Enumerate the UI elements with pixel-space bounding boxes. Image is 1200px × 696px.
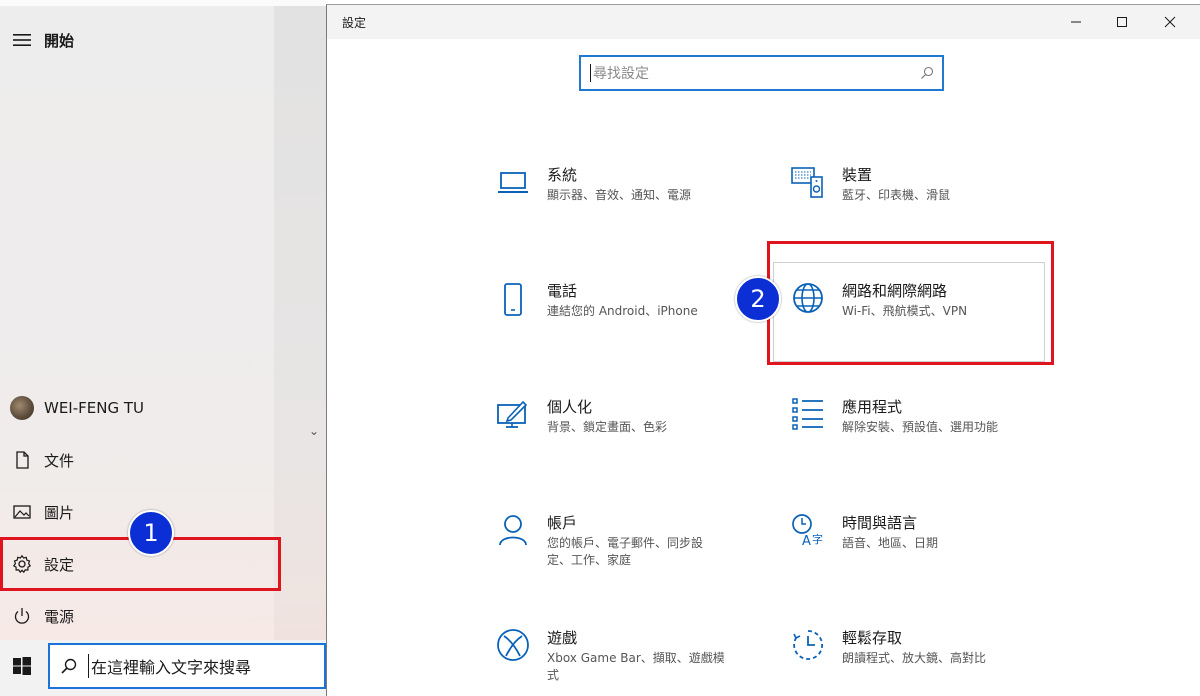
category-subtitle: 您的帳戶、電子郵件、同步設定、工作、家庭 bbox=[547, 536, 704, 567]
category-ease-of-access[interactable]: 輕鬆存取 朗讀程式、放大鏡、高對比 bbox=[790, 627, 1050, 696]
start-item-label: 電源 bbox=[44, 607, 75, 626]
settings-search-placeholder: 尋找設定 bbox=[593, 66, 649, 82]
category-title: 遊戲 bbox=[547, 629, 578, 647]
category-subtitle: 解除安裝、預設值、選用功能 bbox=[842, 420, 999, 434]
time-language-icon: A字 bbox=[790, 512, 826, 548]
step1-badge: 1 bbox=[128, 510, 174, 556]
category-system[interactable]: 系統 顯示器、音效、通知、電源 bbox=[495, 164, 755, 234]
person-icon bbox=[495, 512, 531, 548]
category-title: 個人化 bbox=[547, 398, 593, 416]
xbox-icon bbox=[495, 627, 531, 663]
close-button[interactable] bbox=[1147, 5, 1193, 39]
start-item-label: 圖片 bbox=[44, 503, 75, 522]
picture-icon bbox=[0, 502, 44, 522]
category-title: 裝置 bbox=[842, 166, 873, 184]
category-gaming[interactable]: 遊戲 Xbox Game Bar、擷取、遊戲模式 bbox=[495, 627, 755, 696]
start-item-documents[interactable]: 文件 bbox=[0, 436, 274, 484]
category-subtitle: 顯示器、音效、通知、電源 bbox=[547, 188, 692, 202]
windows-logo-icon[interactable] bbox=[12, 656, 32, 676]
title-bar[interactable]: 設定 bbox=[327, 5, 1200, 39]
category-time-language[interactable]: A字 時間與語言 語音、地區、日期 bbox=[790, 512, 1050, 582]
category-personalization[interactable]: 個人化 背景、鎖定畫面、色彩 bbox=[495, 396, 755, 466]
document-icon bbox=[0, 450, 44, 470]
hamburger-icon[interactable] bbox=[0, 32, 44, 48]
avatar bbox=[10, 396, 34, 420]
settings-window: 設定 尋找設定 系統 顯示器、音效、通知、電源 裝置 藍牙、印表機、滑鼠 電話 … bbox=[326, 4, 1200, 696]
user-name: WEI-FENG TU bbox=[44, 399, 145, 417]
text-caret bbox=[590, 64, 591, 82]
chevron-down-icon[interactable]: ⌄ bbox=[309, 424, 319, 438]
devices-icon bbox=[790, 164, 826, 200]
category-subtitle: 語音、地區、日期 bbox=[842, 536, 939, 550]
svg-text:A: A bbox=[802, 534, 811, 547]
start-menu-list-area bbox=[274, 0, 326, 640]
category-subtitle: 藍牙、印表機、滑鼠 bbox=[842, 188, 951, 202]
personalization-icon bbox=[495, 396, 531, 432]
search-icon[interactable] bbox=[912, 66, 942, 80]
search-icon bbox=[50, 657, 88, 675]
category-devices[interactable]: 裝置 藍牙、印表機、滑鼠 bbox=[790, 164, 1050, 234]
category-accounts[interactable]: 帳戶 您的帳戶、電子郵件、同步設定、工作、家庭 bbox=[495, 512, 755, 582]
category-subtitle: 背景、鎖定畫面、色彩 bbox=[547, 420, 668, 434]
category-subtitle: 朗讀程式、放大鏡、高對比 bbox=[842, 651, 987, 665]
maximize-button[interactable] bbox=[1099, 5, 1145, 39]
start-item-power[interactable]: 電源 bbox=[0, 592, 274, 640]
category-title: 系統 bbox=[547, 166, 578, 184]
category-phone[interactable]: 電話 連結您的 Android、iPhone bbox=[495, 280, 755, 350]
power-icon bbox=[0, 606, 44, 626]
start-menu-title: 開始 bbox=[44, 31, 75, 50]
category-subtitle: Xbox Game Bar、擷取、遊戲模式 bbox=[547, 651, 725, 682]
settings-search-input[interactable]: 尋找設定 bbox=[579, 55, 944, 91]
step2-badge: 2 bbox=[735, 276, 781, 322]
ease-of-access-icon bbox=[790, 627, 826, 663]
phone-icon bbox=[495, 280, 531, 320]
svg-text:字: 字 bbox=[812, 532, 823, 546]
taskbar-search-box[interactable]: 在這裡輸入文字來搜尋 bbox=[48, 643, 326, 689]
category-title: 帳戶 bbox=[547, 514, 578, 532]
taskbar-search-input[interactable]: 在這裡輸入文字來搜尋 bbox=[88, 654, 251, 678]
apps-list-icon bbox=[790, 396, 826, 432]
category-subtitle: 連結您的 Android、iPhone bbox=[547, 304, 698, 318]
category-title: 時間與語言 bbox=[842, 514, 918, 532]
category-title: 應用程式 bbox=[842, 398, 903, 416]
category-title: 輕鬆存取 bbox=[842, 629, 903, 647]
category-title: 電話 bbox=[547, 282, 578, 300]
window-title: 設定 bbox=[342, 16, 367, 30]
start-menu: 開始 WEI-FENG TU 文件 圖片 設定 電源 ⌄ bbox=[0, 0, 326, 696]
user-account-item[interactable]: WEI-FENG TU bbox=[0, 384, 274, 432]
step2-highlight-box bbox=[767, 241, 1054, 365]
category-apps[interactable]: 應用程式 解除安裝、預設值、選用功能 bbox=[790, 396, 1050, 466]
start-menu-top-edge bbox=[0, 0, 326, 6]
minimize-button[interactable] bbox=[1053, 5, 1099, 39]
laptop-icon bbox=[495, 164, 531, 200]
start-item-label: 文件 bbox=[44, 451, 75, 470]
start-header[interactable]: 開始 bbox=[0, 22, 270, 58]
